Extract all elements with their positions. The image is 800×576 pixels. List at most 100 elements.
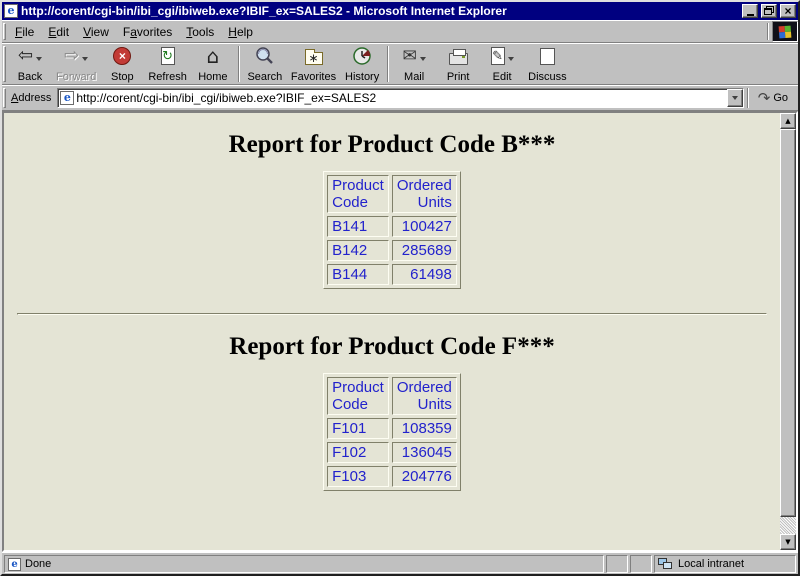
browser-viewport: Report for Product Code B*** Product Cod… xyxy=(2,111,798,552)
address-input[interactable] xyxy=(74,91,726,105)
column-header-ordered-units: Ordered Units xyxy=(392,175,457,213)
forward-dropdown-caret[interactable] xyxy=(82,57,88,61)
ie-logo-icon: e xyxy=(4,4,18,18)
menu-grip-handle[interactable] xyxy=(3,23,6,40)
status-message-pane: e Done xyxy=(4,555,604,573)
go-button[interactable]: ↷ Go xyxy=(752,89,794,107)
print-button[interactable]: Print xyxy=(436,44,480,84)
horizontal-rule xyxy=(17,313,767,315)
product-code-cell: B144 xyxy=(327,264,389,285)
close-button[interactable]: × xyxy=(780,4,796,18)
report-heading-f: Report for Product Code F*** xyxy=(4,333,780,361)
stop-button[interactable]: × Stop xyxy=(100,44,144,84)
address-dropdown-button[interactable] xyxy=(727,89,743,107)
column-header-ordered-units: Ordered Units xyxy=(392,377,457,415)
go-arrow-icon: ↷ xyxy=(758,89,771,107)
menu-view[interactable]: View xyxy=(76,23,116,41)
product-code-cell: B142 xyxy=(327,240,389,261)
history-button[interactable]: History xyxy=(340,44,384,84)
ordered-units-cell: 61498 xyxy=(392,264,457,285)
edit-dropdown-caret[interactable] xyxy=(508,57,514,61)
table-row: F103 204776 xyxy=(327,466,457,487)
close-icon: × xyxy=(784,6,791,16)
page-favicon-icon: e xyxy=(60,91,74,105)
ordered-units-cell: 108359 xyxy=(392,418,457,439)
discuss-label: Discuss xyxy=(528,71,567,83)
forward-label: Forward xyxy=(56,71,96,83)
web-page: Report for Product Code B*** Product Cod… xyxy=(4,113,780,550)
edit-label: Edit xyxy=(493,71,512,83)
menu-separator xyxy=(767,23,769,40)
table-header-row: Product Code Ordered Units xyxy=(327,175,457,213)
browser-window: e http://corent/cgi-bin/ibi_cgi/ibiweb.e… xyxy=(0,0,800,576)
search-button[interactable]: Search xyxy=(243,44,287,84)
favorites-button[interactable]: ∗ Favorites xyxy=(287,44,340,84)
mail-label: Mail xyxy=(404,71,424,83)
menu-tools[interactable]: Tools xyxy=(179,23,221,41)
restore-icon xyxy=(764,8,772,15)
edit-icon: ✎ xyxy=(491,47,505,65)
print-icon xyxy=(449,53,468,65)
ie-throbber-icon xyxy=(772,21,798,42)
stop-label: Stop xyxy=(111,71,134,83)
standard-toolbar: ⇦ Back ⇨ Forward × Stop ↻ Refresh ⌂ Home xyxy=(2,43,798,85)
refresh-label: Refresh xyxy=(148,71,187,83)
scroll-up-button[interactable]: ▲ xyxy=(780,113,796,129)
table-header-row: Product Code Ordered Units xyxy=(327,377,457,415)
address-dropdown-caret xyxy=(732,96,738,100)
refresh-icon: ↻ xyxy=(161,47,175,65)
scroll-down-icon: ▼ xyxy=(785,538,790,546)
address-bar: Address e ↷ Go xyxy=(2,85,798,111)
back-arrow-icon: ⇦ xyxy=(18,46,33,66)
minimize-button[interactable] xyxy=(742,4,758,18)
toolbar-grip-handle[interactable] xyxy=(3,46,6,82)
table-row: B142 285689 xyxy=(327,240,457,261)
home-label: Home xyxy=(198,71,227,83)
ordered-units-cell: 100427 xyxy=(392,216,457,237)
favorites-label: Favorites xyxy=(291,71,336,83)
edit-button[interactable]: ✎ Edit xyxy=(480,44,524,84)
ordered-units-cell: 204776 xyxy=(392,466,457,487)
scrollbar-thumb[interactable] xyxy=(780,129,796,517)
menu-help[interactable]: Help xyxy=(221,23,260,41)
search-label: Search xyxy=(247,71,282,83)
table-row: F102 136045 xyxy=(327,442,457,463)
favorites-icon: ∗ xyxy=(305,52,323,65)
back-label: Back xyxy=(18,71,42,83)
toolbar-separator xyxy=(238,46,240,82)
table-row: B141 100427 xyxy=(327,216,457,237)
discuss-icon xyxy=(540,48,555,65)
ordered-units-cell: 136045 xyxy=(392,442,457,463)
window-title: http://corent/cgi-bin/ibi_cgi/ibiweb.exe… xyxy=(21,4,739,18)
back-dropdown-caret[interactable] xyxy=(36,57,42,61)
status-bar: e Done Local intranet xyxy=(2,552,798,574)
menu-edit[interactable]: Edit xyxy=(41,23,76,41)
mail-dropdown-caret[interactable] xyxy=(420,57,426,61)
menu-file[interactable]: File xyxy=(8,23,41,41)
home-icon: ⌂ xyxy=(207,46,220,66)
mail-button[interactable]: ✉ Mail xyxy=(392,44,436,84)
restore-button[interactable] xyxy=(761,4,777,18)
address-grip-handle[interactable] xyxy=(3,88,6,108)
minimize-icon xyxy=(747,14,754,16)
report-table-f: Product Code Ordered Units F101 108359 F… xyxy=(323,373,461,491)
product-code-cell: F102 xyxy=(327,442,389,463)
back-button[interactable]: ⇦ Back xyxy=(8,44,52,84)
table-row: B144 61498 xyxy=(327,264,457,285)
address-separator xyxy=(747,88,749,108)
security-zone-pane: Local intranet xyxy=(654,555,796,573)
vertical-scrollbar[interactable]: ▲ ▼ xyxy=(780,113,796,550)
refresh-button[interactable]: ↻ Refresh xyxy=(144,44,191,84)
column-header-product-code: Product Code xyxy=(327,377,389,415)
status-pane-empty-1 xyxy=(606,555,628,573)
history-label: History xyxy=(345,71,379,83)
discuss-button[interactable]: Discuss xyxy=(524,44,571,84)
table-row: F101 108359 xyxy=(327,418,457,439)
forward-button[interactable]: ⇨ Forward xyxy=(52,44,100,84)
menu-favorites[interactable]: Favorites xyxy=(116,23,179,41)
report-section-f: Report for Product Code F*** Product Cod… xyxy=(4,333,780,491)
home-button[interactable]: ⌂ Home xyxy=(191,44,235,84)
scroll-down-button[interactable]: ▼ xyxy=(780,534,796,550)
address-input-box[interactable]: e xyxy=(57,88,743,108)
report-heading-b: Report for Product Code B*** xyxy=(4,131,780,159)
